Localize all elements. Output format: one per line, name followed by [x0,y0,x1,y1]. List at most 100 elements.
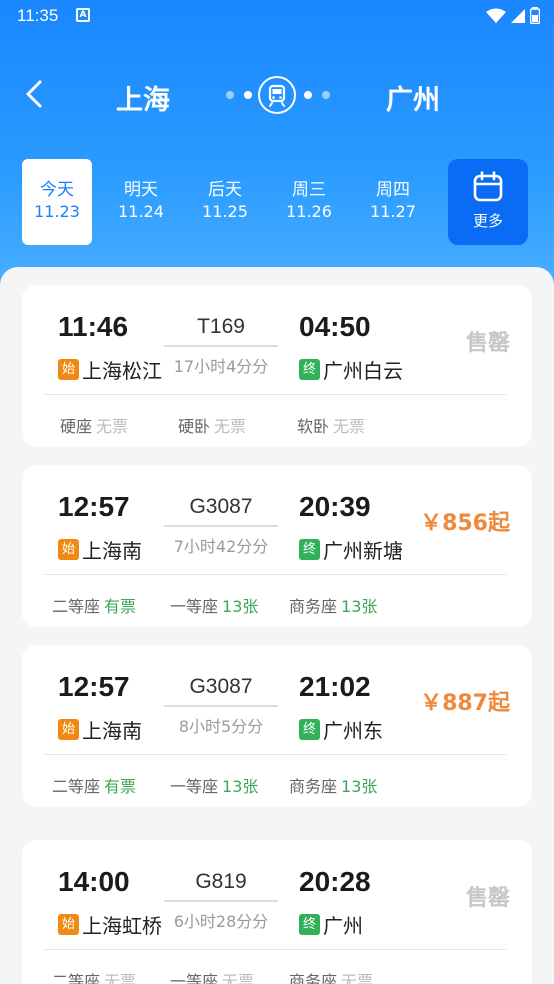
card-divider [44,394,506,395]
seat-name: 一等座 [170,777,219,796]
start-tag: 始 [58,359,79,380]
arrival-station-name: 广州 [323,914,363,938]
sold-out-label: 售罄 [465,331,510,356]
departure-city[interactable]: 上海 [116,78,170,117]
card-divider [44,754,506,755]
arrival-city[interactable]: 广州 [386,78,440,117]
route-line [164,705,278,707]
train-number: T169 [197,315,245,338]
seat-class: 硬座 无票 [60,413,128,437]
date-tab-today[interactable]: 今天 11.23 [22,159,92,245]
arrival-time: 04:50 [299,311,371,342]
date-tab-day-after[interactable]: 后天 11.25 [190,159,260,245]
seat-availability: 二等座 有票 一等座 13张 商务座 13张 [52,593,512,617]
date-tab-tomorrow[interactable]: 明天 11.24 [106,159,176,245]
start-tag: 始 [58,719,79,740]
route-switch[interactable] [224,76,334,114]
seat-status: 有票 [104,597,137,616]
seat-name: 商务座 [289,972,338,984]
seat-name: 商务座 [289,777,338,796]
more-dates-button[interactable]: 更多 [448,159,528,245]
departure-time: 12:57 [58,491,130,522]
departure-station: 始 上海南 [58,535,142,564]
seat-class: 一等座 13张 [170,593,258,617]
seat-status: 无票 [214,417,247,436]
date-tab-weekday: 今天 [40,180,74,200]
seat-class: 商务座 13张 [289,773,377,797]
departure-station: 始 上海南 [58,715,142,744]
train-icon [258,76,296,114]
arrival-station: 终 广州新塘 [299,535,403,564]
header-background [0,0,554,310]
seat-name: 二等座 [52,597,101,616]
departure-time: 12:57 [58,671,130,702]
seat-name: 软卧 [297,417,330,436]
seat-class: 二等座 无票 [52,968,136,984]
train-card[interactable]: 12:57 G3087 20:39 ￥856起 始 上海南 7小时42分分 终 … [22,465,532,627]
departure-station-name: 上海虹桥 [82,914,162,938]
date-tab-date: 11.26 [286,202,332,221]
date-tab-wednesday[interactable]: 周三 11.26 [274,159,344,245]
notification-icon: A [76,8,90,22]
train-card[interactable]: 11:46 T169 04:50 售罄 始 上海松江 17小时4分分 终 广州白… [22,285,532,447]
departure-station-name: 上海南 [82,539,142,563]
departure-station-name: 上海松江 [82,359,162,383]
departure-time: 11:46 [58,311,129,342]
date-tab-weekday: 后天 [208,180,242,200]
date-tab-date: 11.27 [370,202,416,221]
seat-status: 无票 [96,417,129,436]
seat-availability: 二等座 有票 一等座 13张 商务座 13张 [52,773,512,797]
date-selector: 今天 11.23 明天 11.24 后天 11.25 周三 11.26 周四 1… [22,159,532,245]
seat-name: 一等座 [170,972,219,984]
seat-status: 无票 [341,972,374,984]
back-button[interactable] [20,76,52,112]
seat-class: 硬卧 无票 [178,413,246,437]
date-tab-thursday[interactable]: 周四 11.27 [358,159,428,245]
departure-station: 始 上海松江 [58,355,162,384]
seat-availability: 硬座 无票 硬卧 无票 软卧 无票 [52,413,512,437]
seat-name: 二等座 [52,777,101,796]
battery-icon [530,7,540,24]
sold-out-label: 售罄 [465,886,510,911]
arrival-time: 21:02 [299,671,371,702]
arrival-station-name: 广州新塘 [323,539,403,563]
arrival-time: 20:39 [299,491,371,522]
train-card[interactable]: 12:57 G3087 21:02 ￥887起 始 上海南 8小时5分分 终 广… [22,645,532,807]
seat-name: 硬座 [60,417,93,436]
departure-time: 14:00 [58,866,130,897]
seat-class: 一等座 无票 [170,968,254,984]
trip-duration: 8小时5分分 [178,717,264,736]
route-dot [244,91,252,99]
arrival-station-name: 广州白云 [323,359,403,383]
seat-status: 13张 [341,597,378,616]
train-card[interactable]: 14:00 G819 20:28 售罄 始 上海虹桥 6小时28分分 终 广州 … [22,840,532,984]
date-tab-date: 11.24 [118,202,164,221]
arrival-station: 终 广州 [299,910,363,939]
seat-name: 商务座 [289,597,338,616]
trip-duration: 17小时4分分 [173,357,269,376]
route-line [164,345,278,347]
card-divider [44,949,506,950]
seat-availability: 二等座 无票 一等座 无票 商务座 无票 [52,968,512,984]
route-dot [304,91,312,99]
date-tab-weekday: 明天 [124,180,158,200]
status-time: 11:35 [17,6,59,25]
seat-class: 二等座 有票 [52,773,136,797]
route-bar: 上海 广州 [0,62,554,126]
seat-status: 13张 [341,777,378,796]
departure-station: 始 上海虹桥 [58,910,162,939]
seat-class: 软卧 无票 [297,413,365,437]
seat-class: 二等座 有票 [52,593,136,617]
trip-duration: 6小时28分分 [173,912,269,931]
date-tab-weekday: 周四 [376,180,410,200]
price-label: ￥856起 [420,511,510,536]
seat-class: 商务座 无票 [289,968,373,984]
end-tag: 终 [299,359,320,380]
start-tag: 始 [58,539,79,560]
arrival-time: 20:28 [299,866,371,897]
seat-class: 商务座 13张 [289,593,377,617]
seat-status: 13张 [222,597,259,616]
seat-name: 一等座 [170,597,219,616]
calendar-icon [473,171,503,202]
seat-name: 硬卧 [178,417,211,436]
